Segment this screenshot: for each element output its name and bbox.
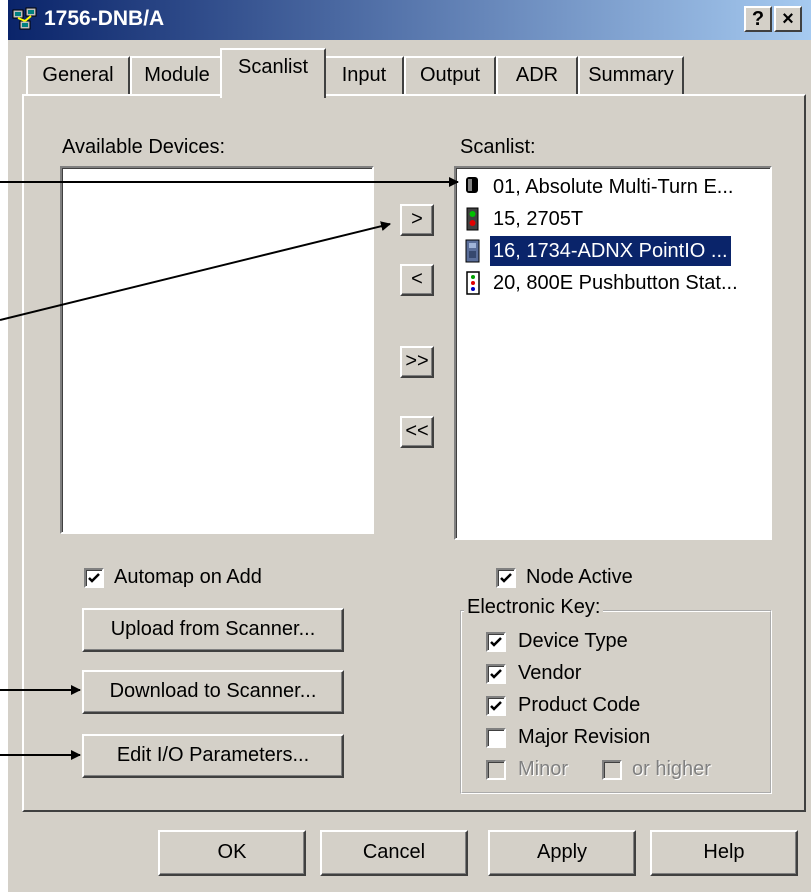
add-all-button[interactable]: >> xyxy=(400,346,434,378)
device-type-label: Device Type xyxy=(518,630,628,652)
list-item[interactable]: 16, 1734-ADNX PointIO ... xyxy=(462,236,762,266)
vendor-checkbox[interactable] xyxy=(486,664,506,684)
pushbutton-station-icon xyxy=(466,271,480,295)
tab-adr[interactable]: ADR xyxy=(496,56,578,94)
tab-input[interactable]: Input xyxy=(324,56,404,94)
scanlist-label: Scanlist: xyxy=(460,136,536,158)
electronic-key-title: Electronic Key: xyxy=(464,596,604,619)
cancel-button[interactable]: Cancel xyxy=(320,830,468,876)
checkmark-icon xyxy=(490,669,502,679)
tab-summary[interactable]: Summary xyxy=(578,56,684,94)
tab-module[interactable]: Module xyxy=(130,56,224,94)
help-button-footer[interactable]: Help xyxy=(650,830,798,876)
checkmark-icon xyxy=(88,573,100,583)
node-active-label: Node Active xyxy=(526,566,633,588)
or-higher-checkbox[interactable] xyxy=(602,760,622,780)
window-title: 1756-DNB/A xyxy=(44,7,165,30)
close-button[interactable]: × xyxy=(774,6,802,32)
vendor-label: Vendor xyxy=(518,662,582,684)
edit-io-parameters-button[interactable]: Edit I/O Parameters... xyxy=(82,734,344,778)
ok-button[interactable]: OK xyxy=(158,830,306,876)
major-revision-checkbox[interactable] xyxy=(486,728,506,748)
device-type-checkbox[interactable] xyxy=(486,632,506,652)
remove-device-button[interactable]: < xyxy=(400,264,434,296)
available-devices-list[interactable] xyxy=(60,166,374,534)
upload-from-scanner-button[interactable]: Upload from Scanner... xyxy=(82,608,344,652)
network-icon xyxy=(12,7,37,30)
automap-checkbox[interactable] xyxy=(84,568,104,588)
tab-output[interactable]: Output xyxy=(404,56,496,94)
scanlist-list[interactable]: 01, Absolute Multi-Turn E... 15, 2705T 1… xyxy=(454,166,772,540)
add-device-button[interactable]: > xyxy=(400,204,434,236)
remove-all-button[interactable]: << xyxy=(400,416,434,448)
encoder-icon xyxy=(466,177,478,193)
pointio-adapter-icon xyxy=(465,239,480,263)
major-revision-label: Major Revision xyxy=(518,726,651,748)
list-item[interactable]: 20, 800E Pushbutton Stat... xyxy=(462,268,762,298)
minor-checkbox[interactable] xyxy=(486,760,506,780)
list-item-label: 16, 1734-ADNX PointIO ... xyxy=(490,236,731,266)
product-code-label: Product Code xyxy=(518,694,641,716)
tab-scanlist[interactable]: Scanlist xyxy=(220,48,326,98)
scanlist-tab-panel: Available Devices: > < >> << Scanlist: 0… xyxy=(22,94,806,812)
automap-label: Automap on Add xyxy=(114,566,262,588)
list-item-label: 20, 800E Pushbutton Stat... xyxy=(493,272,738,294)
list-item-label: 01, Absolute Multi-Turn E... xyxy=(493,176,734,198)
apply-button[interactable]: Apply xyxy=(488,830,636,876)
minor-label: Minor xyxy=(518,758,569,780)
list-item-label: 15, 2705T xyxy=(493,208,584,230)
help-button[interactable]: ? xyxy=(744,6,772,32)
list-item[interactable]: 01, Absolute Multi-Turn E... xyxy=(462,172,762,202)
list-item[interactable]: 15, 2705T xyxy=(462,204,762,234)
tab-general[interactable]: General xyxy=(26,56,130,94)
stack-light-icon xyxy=(466,207,479,231)
available-devices-label: Available Devices: xyxy=(62,136,226,158)
title-bar[interactable]: 1756-DNB/A ? × xyxy=(8,0,811,40)
checkmark-icon xyxy=(490,701,502,711)
or-higher-label: or higher xyxy=(632,758,711,780)
product-code-checkbox[interactable] xyxy=(486,696,506,716)
download-to-scanner-button[interactable]: Download to Scanner... xyxy=(82,670,344,714)
checkmark-icon xyxy=(490,637,502,647)
node-active-checkbox[interactable] xyxy=(496,568,516,588)
checkmark-icon xyxy=(500,573,512,583)
dialog-window: 1756-DNB/A ? × General Module Scanlist I… xyxy=(8,0,811,892)
